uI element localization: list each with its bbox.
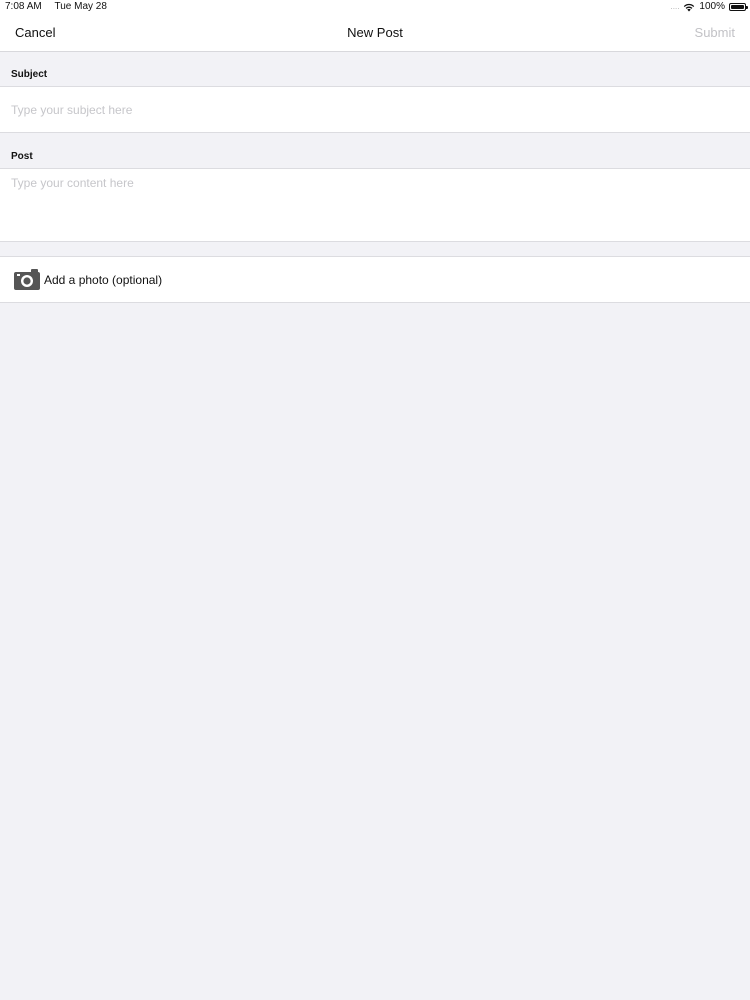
- navigation-bar: Cancel New Post Submit: [0, 14, 750, 52]
- battery-percent: 100%: [699, 1, 725, 12]
- camera-icon: [14, 269, 40, 290]
- status-bar: 7:08 AM Tue May 28 .... 100%: [0, 0, 750, 14]
- status-left: 7:08 AM Tue May 28: [5, 0, 107, 14]
- status-date: Tue May 28: [54, 1, 107, 12]
- subject-field-container: [0, 86, 750, 133]
- add-photo-label: Add a photo (optional): [44, 273, 163, 287]
- battery-icon: [729, 3, 748, 11]
- post-content-input[interactable]: [0, 169, 750, 241]
- signal-indicator: ....: [670, 2, 680, 11]
- post-field-container: [0, 168, 750, 242]
- page-title: New Post: [347, 25, 403, 40]
- status-right: .... 100%: [670, 0, 748, 14]
- submit-button[interactable]: Submit: [695, 25, 735, 40]
- post-label: Post: [11, 151, 33, 162]
- status-time: 7:08 AM: [5, 1, 42, 12]
- subject-input[interactable]: [0, 87, 750, 132]
- battery-fill: [731, 5, 744, 9]
- subject-label: Subject: [11, 69, 48, 80]
- add-photo-button[interactable]: Add a photo (optional): [0, 256, 750, 303]
- wifi-icon: [684, 3, 695, 12]
